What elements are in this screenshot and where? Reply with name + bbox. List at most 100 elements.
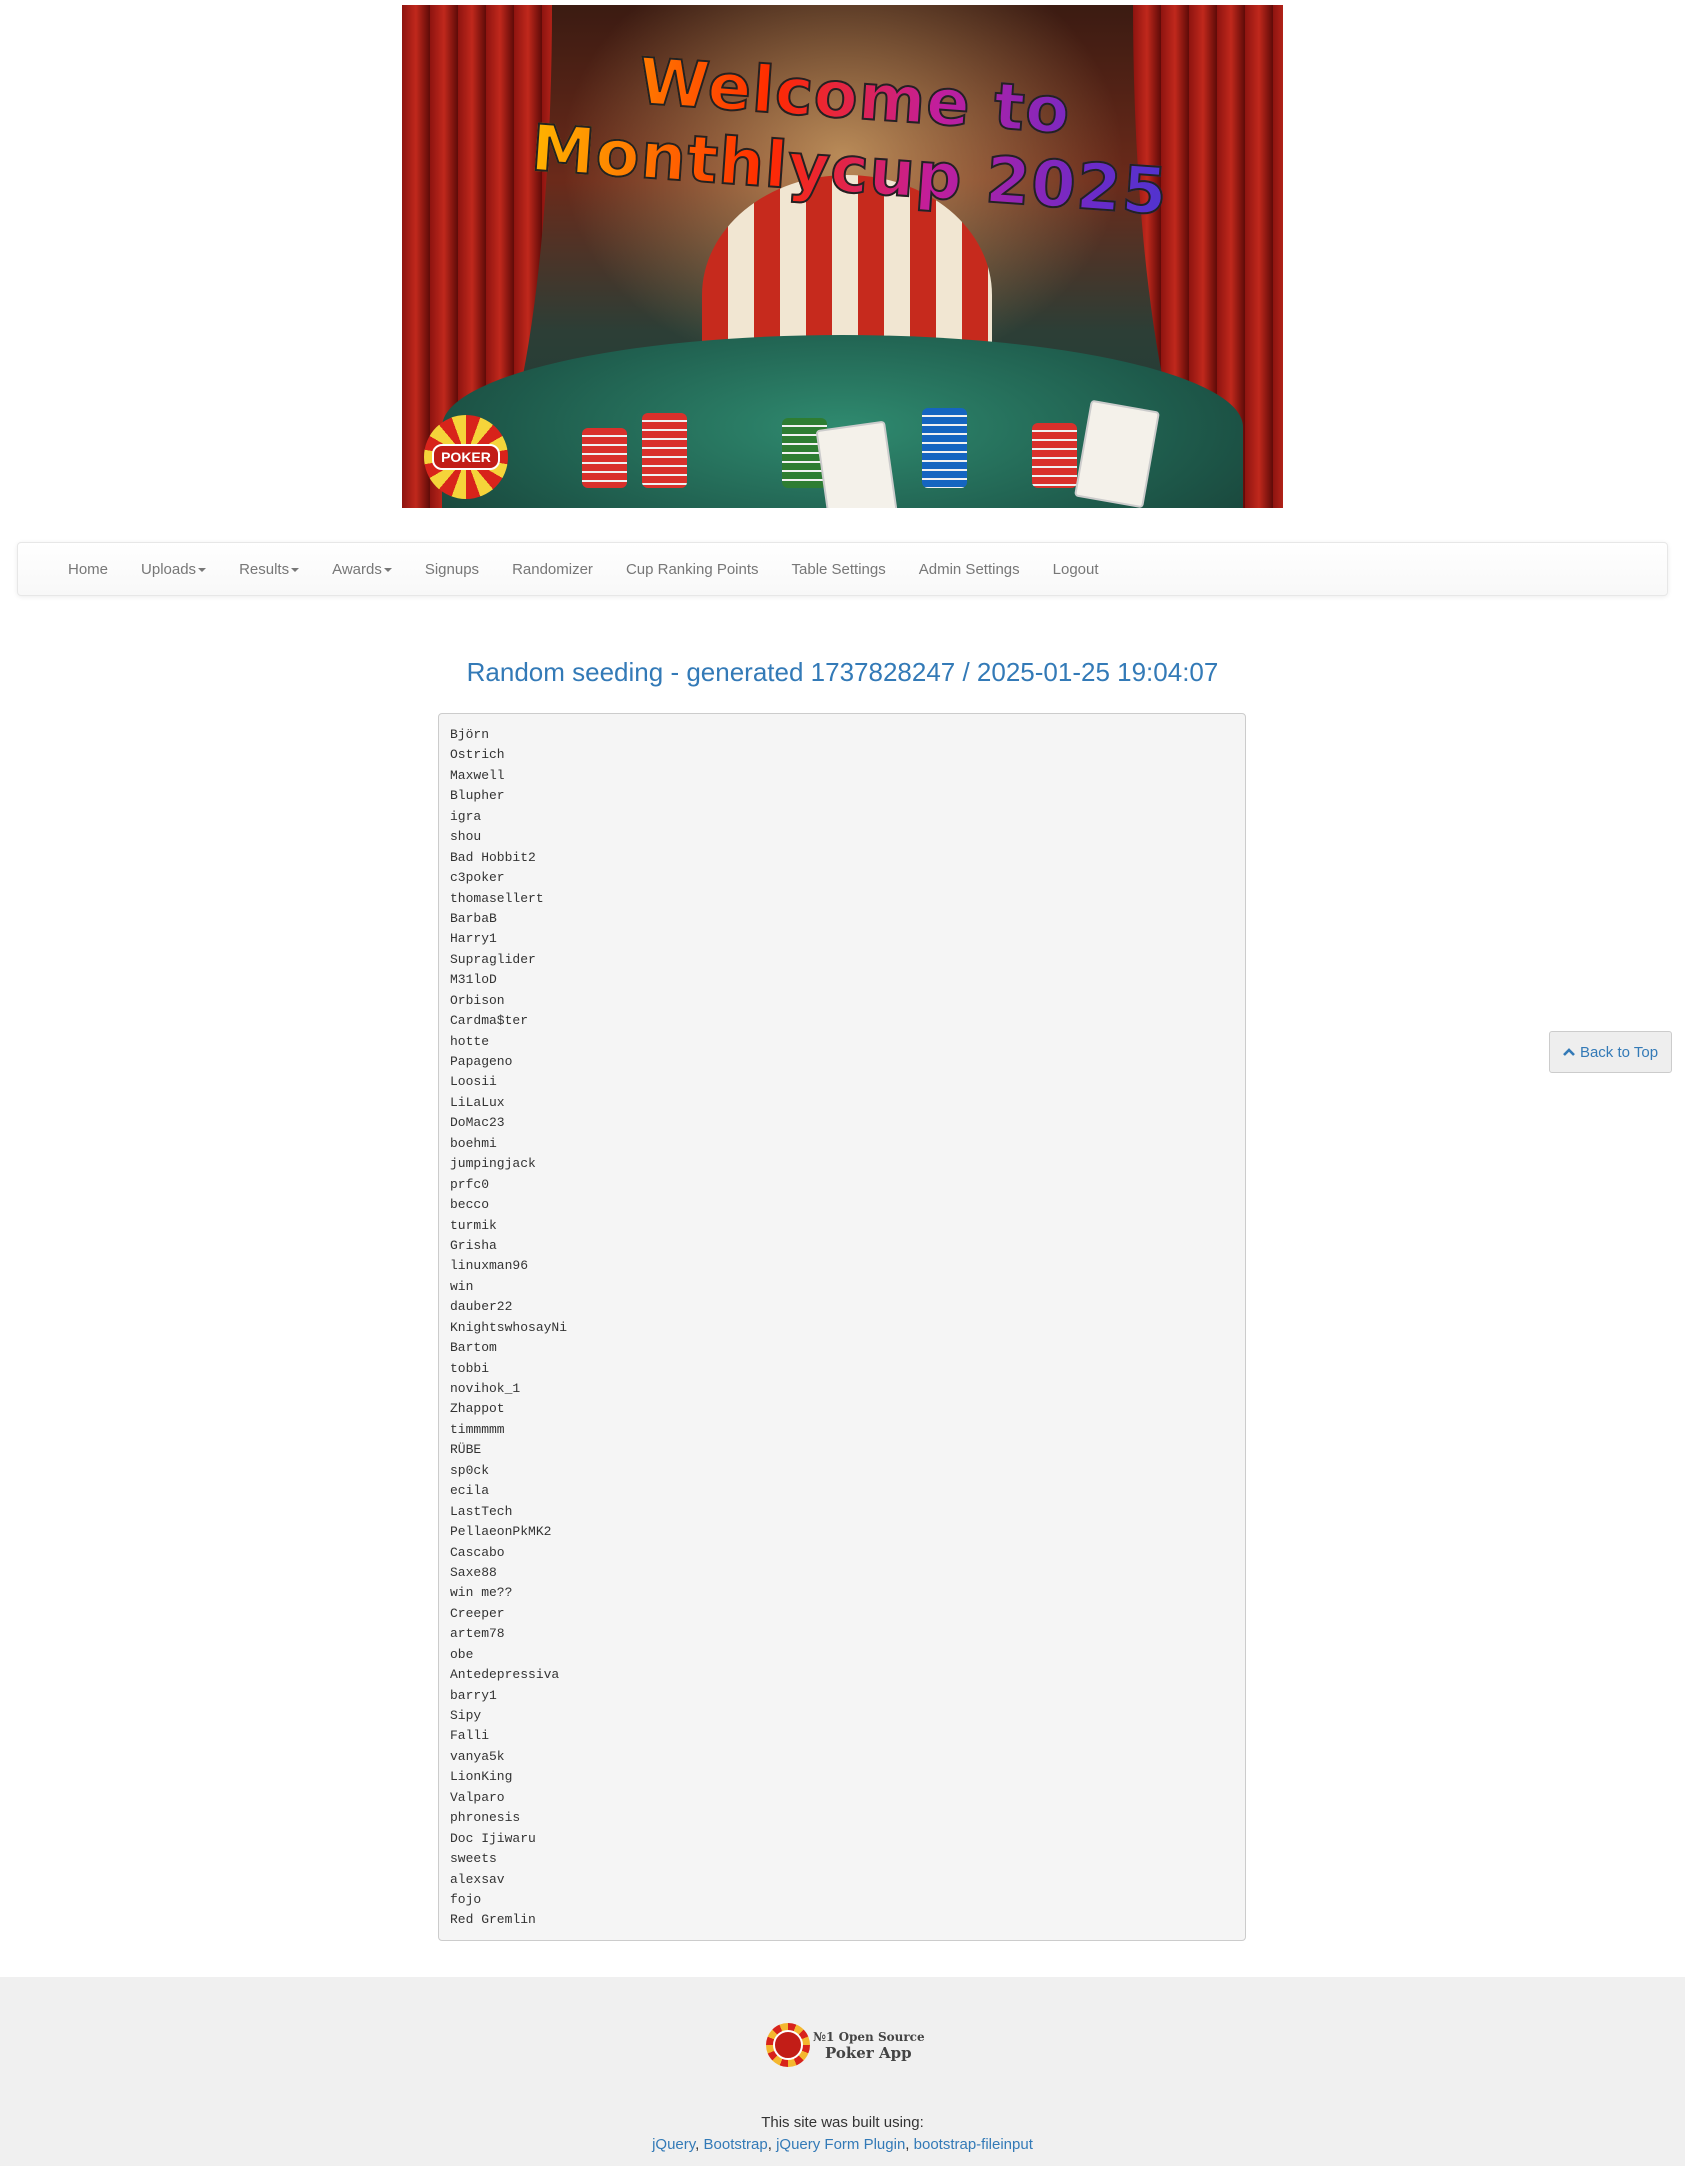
chip-stack: [582, 428, 627, 488]
seeding-entry: KnightswhosayNi: [450, 1319, 568, 1335]
chip-stack: [922, 408, 967, 488]
nav-item-label: Cup Ranking Points: [625, 560, 759, 578]
seeding-entry: fojo: [450, 1891, 482, 1907]
seeding-entry: tobbi: [450, 1360, 490, 1376]
seeding-entry: shou: [450, 829, 482, 845]
seeding-entry: Red Gremlin: [450, 1912, 536, 1928]
seeding-entry: boehmi: [450, 1135, 497, 1151]
seeding-entry: BarbaB: [450, 910, 497, 926]
nav-item-signups[interactable]: Signups: [425, 561, 479, 578]
seeding-entry: igra: [450, 808, 482, 824]
seeding-entry: Ostrich: [450, 747, 505, 763]
back-to-top-button[interactable]: Back to Top: [1549, 1031, 1672, 1073]
seeding-entry: vanya5k: [450, 1748, 505, 1764]
nav-item-table-settings[interactable]: Table Settings: [792, 561, 886, 578]
built-using-links: jQuery, Bootstrap, jQuery Form Plugin, b…: [652, 2136, 1033, 2153]
seeding-entry: DoMac23: [450, 1115, 505, 1131]
seeding-entry: prfc0: [450, 1176, 490, 1192]
seeding-entry: LiLaLux: [450, 1094, 505, 1110]
seeding-entry: barry1: [450, 1687, 497, 1703]
page-title: Random seeding - generated 1737828247 / …: [466, 657, 1219, 687]
seeding-entry: jumpingjack: [450, 1156, 536, 1172]
seeding-entry: RÜBE: [450, 1442, 482, 1458]
footer: №1 Open Source Poker App This site was b…: [0, 1977, 1685, 2166]
seeding-entry: Sipy: [450, 1708, 482, 1723]
seeding-entry: becco: [450, 1197, 490, 1213]
seeding-entry: LionKing: [450, 1769, 513, 1785]
seeding-entry: linuxman96: [450, 1258, 529, 1274]
seeding-entry: Valparo: [450, 1789, 505, 1805]
seeding-entry: Bad Hobbit2: [450, 849, 536, 865]
nav-item-results[interactable]: Results: [239, 560, 300, 578]
poker-chip-icon: [766, 2023, 810, 2067]
seeding-entry: Doc Ijiwaru: [450, 1830, 536, 1846]
seeding-entry: phronesis: [450, 1810, 521, 1826]
seeding-entry: Falli: [450, 1728, 490, 1744]
nav-item-randomizer[interactable]: Randomizer: [512, 561, 593, 578]
nav-item-label: Awards: [332, 560, 382, 578]
nav-item-logout[interactable]: Logout: [1053, 561, 1099, 578]
seeding-entry: M31loD: [450, 972, 497, 988]
back-to-top-label: Back to Top: [1579, 1043, 1659, 1061]
poker-chip-logo: POKER: [424, 415, 508, 499]
seeding-entry: hotte: [450, 1033, 490, 1049]
seeding-entry: LastTech: [450, 1503, 513, 1519]
chip-stack: [1032, 423, 1077, 488]
caret-down-icon: [198, 567, 207, 572]
seeding-entry: Supraglider: [450, 951, 536, 967]
nav-item-label: Uploads: [141, 560, 197, 578]
footer-link-bootstrap[interactable]: Bootstrap: [704, 2136, 768, 2153]
caret-down-icon: [291, 567, 300, 572]
seeding-entry: timmmmm: [450, 1421, 505, 1437]
seeding-list: Björn Ostrich Maxwell Blupher igra shou Bad Ho…: [438, 713, 1246, 1941]
nav-item-awards[interactable]: Awards: [332, 561, 392, 578]
seeding-entry: Cardma$ter: [450, 1013, 529, 1029]
seeding-entry: thomasellert: [450, 890, 544, 906]
playing-card: [815, 420, 899, 508]
nav-item-label: Logout: [1052, 560, 1099, 578]
nav-item-uploads[interactable]: Uploads: [141, 560, 207, 578]
nav-item-home[interactable]: Home: [68, 561, 108, 578]
seeding-entry: PellaeonPkMK2: [450, 1524, 552, 1540]
nav-item-cup-ranking-points[interactable]: Cup Ranking Points: [626, 561, 759, 578]
seeding-entry: Bartom: [450, 1340, 497, 1356]
nav-item-label: Results: [239, 560, 290, 578]
header-banner: Welcome to Monthlycup 2025 POKER: [402, 5, 1283, 508]
seeding-entry: Saxe88: [450, 1564, 497, 1580]
seeding-entry: Blupher: [450, 788, 505, 804]
footer-link-jquery-form-plugin[interactable]: jQuery Form Plugin: [776, 2136, 905, 2153]
poker-logo-text: POKER: [432, 444, 500, 470]
footer-logo-line2: Poker App: [825, 2044, 912, 2062]
nav-list: Home Uploads Results Awards Signups Randomize…: [18, 543, 1667, 595]
nav-item-label: Table Settings: [791, 560, 886, 578]
footer-link-jquery[interactable]: jQuery: [652, 2136, 695, 2153]
nav-item-admin-settings[interactable]: Admin Settings: [919, 561, 1020, 578]
seeding-entry: Cascabo: [450, 1544, 505, 1560]
seeding-entry: artem78: [450, 1626, 505, 1642]
seeding-entry: Loosii: [450, 1074, 497, 1090]
caret-down-icon: [383, 567, 392, 572]
nav-item-label: Admin Settings: [918, 560, 1020, 578]
seeding-entry: obe: [450, 1646, 474, 1662]
chip-stack: [642, 413, 687, 488]
main-navbar: Home Uploads Results Awards Signups Randomize…: [17, 542, 1668, 596]
seeding-entry: dauber22: [450, 1299, 513, 1315]
seeding-entry: sweets: [450, 1851, 497, 1867]
seeding-entry: Harry1: [450, 931, 497, 947]
seeding-entry: turmik: [450, 1217, 497, 1233]
seeding-entry: novihok_1: [450, 1381, 521, 1396]
nav-item-label: Home: [68, 560, 109, 578]
seeding-entry: Creeper: [450, 1605, 505, 1621]
seeding-entry: Papageno: [450, 1054, 513, 1069]
nav-item-label: Randomizer: [512, 560, 593, 578]
seeding-entry: win me??: [450, 1585, 513, 1601]
seeding-entry: ecila: [450, 1483, 490, 1499]
seeding-entry: Orbison: [450, 992, 505, 1008]
seeding-entry: Grisha: [450, 1237, 497, 1253]
seeding-entry: alexsav: [450, 1871, 505, 1887]
seeding-entry: sp0ck: [450, 1462, 490, 1478]
footer-logo-line1: №1 Open Source: [813, 2030, 925, 2044]
built-using-text: This site was built using:: [761, 2114, 924, 2131]
footer-link-bootstrap-fileinput[interactable]: bootstrap-fileinput: [914, 2136, 1033, 2153]
seeding-entry: win: [450, 1278, 474, 1294]
